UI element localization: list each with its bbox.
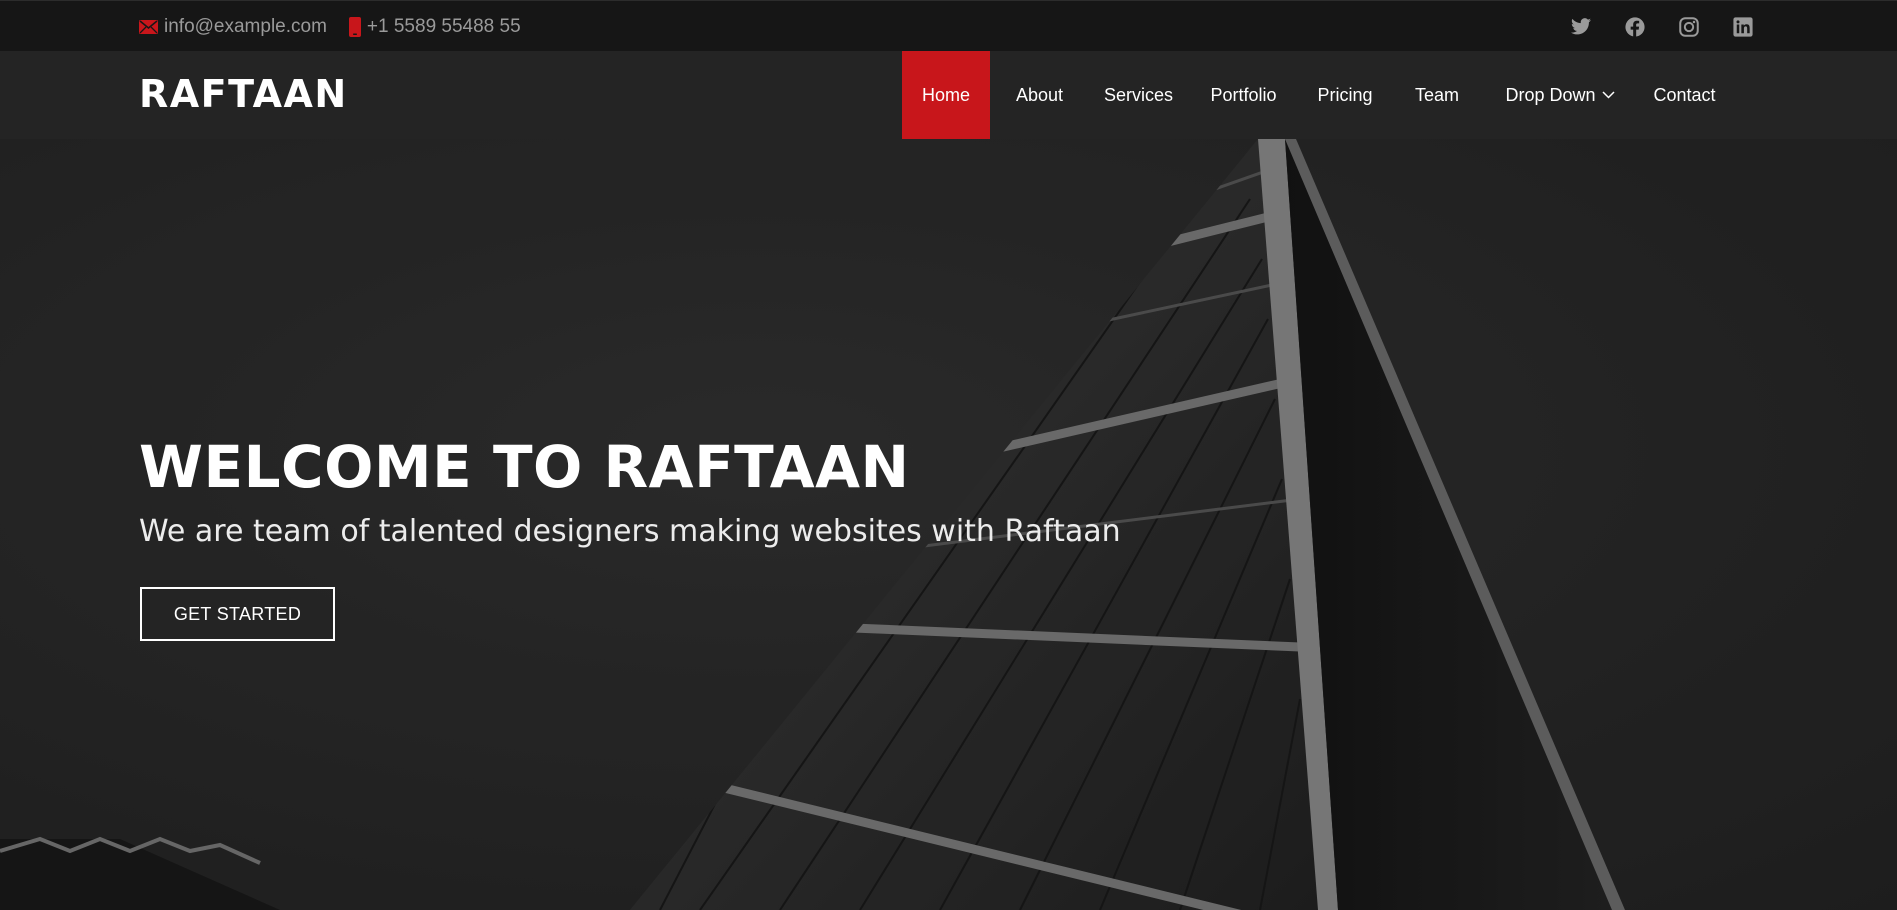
twitter-icon[interactable]: [1569, 15, 1593, 39]
linkedin-icon[interactable]: [1731, 15, 1755, 39]
nav-item-label: Portfolio: [1210, 84, 1277, 105]
phone-contact[interactable]: +1 5589 55488 55: [348, 15, 521, 38]
nav-item-contact[interactable]: Contact: [1637, 51, 1732, 139]
envelope-icon: [139, 19, 158, 34]
facebook-icon[interactable]: [1623, 15, 1647, 39]
nav-item-portfolio[interactable]: Portfolio: [1188, 51, 1299, 139]
main-header: RAFTAAN Home About Services Portfolio Pr…: [0, 51, 1897, 139]
nav-item-pricing[interactable]: Pricing: [1299, 51, 1391, 139]
get-started-button[interactable]: GET STARTED: [140, 587, 335, 641]
nav-item-home[interactable]: Home: [902, 51, 990, 139]
hero-title: WELCOME TO RAFTAAN: [139, 433, 910, 501]
phone-text: +1 5589 55488 55: [366, 15, 521, 37]
nav-item-team[interactable]: Team: [1391, 51, 1483, 139]
email-contact[interactable]: info@example.com: [139, 16, 327, 38]
contact-info: info@example.com +1 5589 55488 55: [139, 1, 521, 52]
nav-item-services[interactable]: Services: [1089, 51, 1188, 139]
phone-icon: [348, 16, 361, 37]
nav-item-label: Home: [921, 84, 970, 105]
main-nav: Home About Services Portfolio Pricing Te…: [902, 51, 1732, 139]
nav-item-label: Team: [1414, 84, 1459, 105]
social-links: [1539, 1, 1755, 52]
top-bar: info@example.com +1 5589 55488 55: [0, 0, 1897, 51]
nav-item-label: About: [1015, 84, 1064, 105]
instagram-icon[interactable]: [1677, 15, 1701, 39]
chevron-down-icon: [1601, 91, 1615, 99]
nav-item-label: Contact: [1653, 84, 1716, 105]
hero-subtitle: We are team of talented designers making…: [139, 514, 1121, 549]
email-text: info@example.com: [164, 15, 327, 37]
nav-item-drop-down[interactable]: Drop Down: [1483, 51, 1637, 139]
nav-item-label: Drop Down: [1505, 84, 1596, 105]
site-logo[interactable]: RAFTAAN: [139, 72, 348, 116]
hero-section: WELCOME TO RAFTAAN We are team of talent…: [0, 139, 1897, 910]
nav-item-label: Pricing: [1317, 84, 1373, 105]
nav-item-about[interactable]: About: [990, 51, 1089, 139]
nav-item-label: Services: [1103, 84, 1174, 105]
